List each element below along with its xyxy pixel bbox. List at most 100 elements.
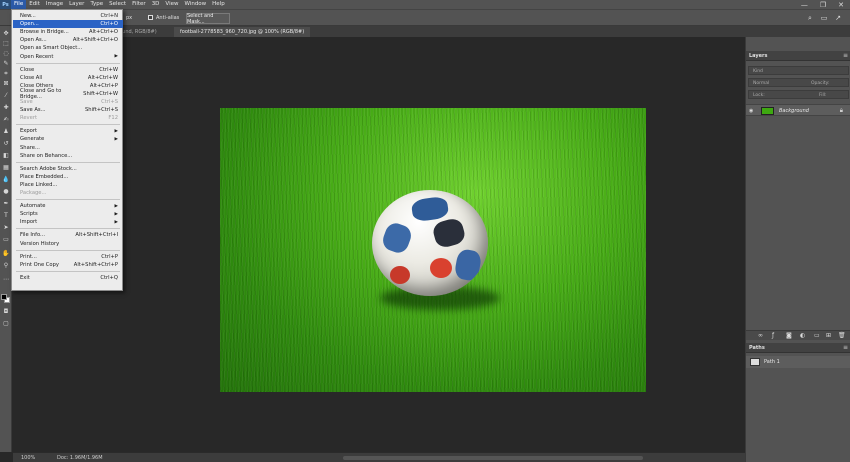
panel-menu-icon[interactable]: ≡ [843,52,848,59]
crop-tool-icon[interactable]: ⌗ [2,70,10,77]
folder-icon[interactable]: ▭ [814,332,820,339]
menu-item-label: Generate [20,136,45,143]
tab-football-document[interactable]: football-2778583_960_720.jpg @ 100% (RGB… [174,27,311,37]
menu-item-label: Open as Smart Object... [20,45,83,52]
clone-stamp-icon[interactable]: ♟ [2,128,10,135]
mask-icon[interactable]: ◙ [786,332,792,339]
menu-select[interactable]: Select [106,0,129,9]
file-menu-item[interactable]: Import ▶ [13,218,123,226]
select-and-mask-button[interactable]: Select and Mask... [186,13,230,25]
lock-icon[interactable]: 🔒︎ [840,107,843,115]
dodge-tool-icon[interactable]: ● [2,188,10,195]
file-menu-item[interactable]: Print One Copy Alt+Shift+Ctrl+P [13,261,123,269]
share-icon[interactable]: ↗ [834,14,842,22]
file-menu-item[interactable]: Place Linked... [13,181,123,189]
file-menu-item[interactable]: Exit Ctrl+Q [13,274,123,282]
type-tool-icon[interactable]: T [2,212,10,219]
frame-tool-icon[interactable]: ⊠ [2,80,10,87]
screen-mode-icon[interactable]: ▢ [2,320,10,327]
layers-panel-title[interactable]: Layers [749,53,768,59]
menu-item-shortcut: Shift+Ctrl+S [84,107,118,114]
football-ball [372,190,488,296]
eyedropper-tool-icon[interactable]: ⁄ [2,92,10,99]
file-menu-item[interactable]: Share on Behance... [13,152,123,160]
zoom-tool-icon[interactable]: ⚲ [2,262,10,269]
shape-tool-icon[interactable]: ▭ [2,236,10,243]
more-tools-icon[interactable]: ⋯ [2,276,10,283]
quick-mask-icon[interactable]: ◘ [2,308,10,315]
history-brush-icon[interactable]: ↺ [2,140,10,147]
layer-filter-row[interactable]: Kind [748,66,849,75]
file-menu-item[interactable]: Open... Ctrl+O [13,20,123,29]
file-menu-item[interactable]: New... Ctrl+N [13,12,123,20]
menu-item-shortcut: Ctrl+O [100,21,118,28]
paths-panel-title[interactable]: Paths [749,345,765,351]
file-menu-item[interactable]: Generate ▶ [13,135,123,143]
lasso-tool-icon[interactable]: ◌ [2,50,10,57]
file-menu-item[interactable]: Version History [13,240,123,248]
menu-3d[interactable]: 3D [149,0,163,9]
menu-item-label: Import [20,219,38,226]
fx-icon[interactable]: ƒ [772,332,774,339]
file-menu-item[interactable]: Export ▶ [13,127,123,135]
menu-item-shortcut: Alt+Ctrl+O [88,29,118,36]
file-menu-item[interactable]: Open Recent ▶ [13,53,123,61]
close-icon[interactable]: ✕ [838,1,844,9]
menu-image[interactable]: Image [43,0,66,9]
eraser-tool-icon[interactable]: ◧ [2,152,10,159]
zoom-level[interactable]: 100% [21,455,35,461]
menu-layer[interactable]: Layer [66,0,87,9]
file-menu-item[interactable]: Automate ▶ [13,202,123,210]
marquee-tool-icon[interactable]: ⬚ [2,40,10,47]
path-row[interactable]: Path 1 [746,356,850,368]
blend-mode-row[interactable]: Normal Opacity: [748,78,849,87]
menu-type[interactable]: Type [87,0,106,9]
menu-view[interactable]: View [162,0,181,9]
file-menu-item[interactable]: Scripts ▶ [13,210,123,218]
quick-select-tool-icon[interactable]: ✎ [2,60,10,67]
menu-filter[interactable]: Filter [129,0,149,9]
fill-label: Fill: [819,93,827,98]
file-menu-item[interactable]: Close Ctrl+W [13,66,123,74]
blur-tool-icon[interactable]: 💧 [2,176,10,183]
file-menu-item[interactable]: Open as Smart Object... [13,44,123,52]
new-layer-icon[interactable]: ⊞ [826,332,831,339]
file-menu-item[interactable]: Open As... Alt+Shift+Ctrl+O [13,36,123,44]
football-photo [220,108,646,392]
search-icon[interactable]: ⌕ [806,14,814,22]
horizontal-scrollbar[interactable] [343,456,643,460]
healing-brush-icon[interactable]: ✚ [2,104,10,111]
blend-mode-select[interactable]: Normal [753,81,769,86]
gradient-tool-icon[interactable]: ▦ [2,164,10,171]
file-menu-item[interactable]: Close All Alt+Ctrl+W [13,74,123,82]
file-menu-item[interactable]: Close and Go to Bridge... Shift+Ctrl+W [13,88,123,100]
file-menu-item[interactable]: Save As... Shift+Ctrl+S [13,106,123,114]
file-menu-item[interactable]: File Info... Alt+Shift+Ctrl+I [13,231,123,239]
file-menu-item[interactable]: Search Adobe Stock... [13,165,123,173]
file-menu-item[interactable]: Share... [13,144,123,152]
path-name: Path 1 [764,359,780,365]
minimize-icon[interactable]: — [801,1,808,9]
layer-row-background[interactable]: ◉ Background 🔒︎ [746,104,850,116]
file-menu-item[interactable]: Print... Ctrl+P [13,253,123,261]
file-menu-item[interactable]: Place Embedded... [13,173,123,181]
antialias-checkbox[interactable] [148,15,153,20]
brush-tool-icon[interactable]: ✍ [2,116,10,123]
move-tool-icon[interactable]: ✥ [2,30,10,37]
panel-menu-icon[interactable]: ≡ [843,344,848,351]
menu-help[interactable]: Help [209,0,228,9]
menu-edit[interactable]: Edit [26,0,43,9]
pen-tool-icon[interactable]: ✒ [2,200,10,207]
file-menu-item[interactable]: Browse in Bridge... Alt+Ctrl+O [13,28,123,36]
foreground-color-swatch[interactable] [1,294,7,300]
restore-icon[interactable]: ❐ [820,1,826,9]
link-icon[interactable]: ∞ [758,332,763,339]
menu-file[interactable]: File [11,0,27,9]
hand-tool-icon[interactable]: ✋ [2,250,10,257]
eye-icon[interactable]: ◉ [749,108,753,114]
menu-window[interactable]: Window [181,0,209,9]
workspace-icon[interactable]: ▭ [820,14,828,22]
trash-icon[interactable]: 🗑︎ [838,332,846,339]
path-select-icon[interactable]: ➤ [2,224,10,231]
adjustment-icon[interactable]: ◐ [800,332,805,339]
